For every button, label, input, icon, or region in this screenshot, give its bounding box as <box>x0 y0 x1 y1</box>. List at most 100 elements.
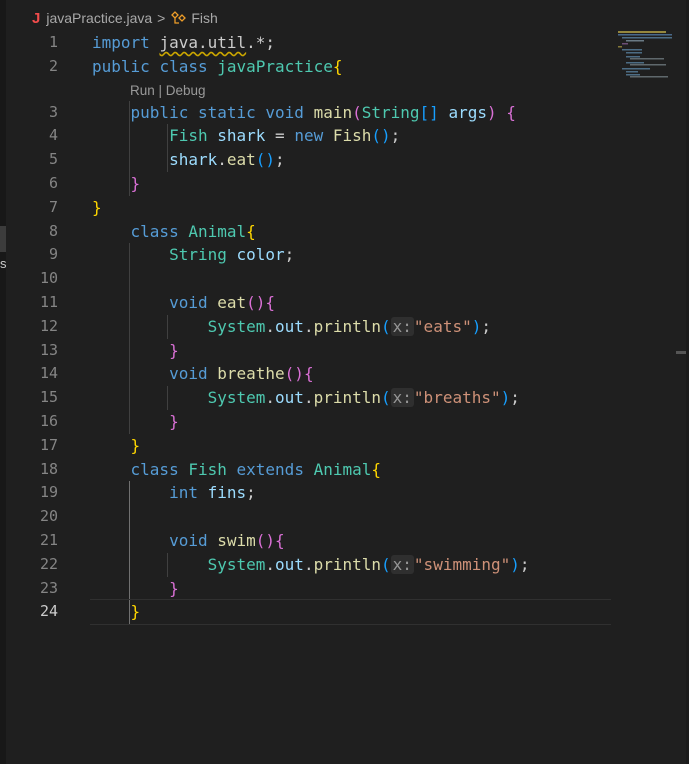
code-token: shark <box>169 150 218 170</box>
code-token: Fish <box>169 126 208 146</box>
code-line[interactable]: 1 import java.util.*; <box>0 31 612 55</box>
line-text: import java.util.*; <box>92 31 275 55</box>
line-number: 20 <box>39 507 58 526</box>
code-area[interactable]: 1 import java.util.*; 2 public class javaPr… <box>0 31 612 626</box>
code-token: int <box>169 483 198 503</box>
code-line[interactable]: 12 System.out.println(x: "eats"); <box>0 315 612 339</box>
code-line[interactable]: 5 shark.eat(); <box>0 148 612 172</box>
code-token: println <box>313 388 382 408</box>
breadcrumb-symbol[interactable]: Fish <box>191 10 217 26</box>
code-token: void <box>265 102 304 122</box>
line-number: 1 <box>48 33 58 51</box>
line-text: } <box>92 172 141 196</box>
line-text: public class javaPractice{ <box>92 55 342 79</box>
code-line[interactable]: 16 } <box>0 410 612 434</box>
code-line[interactable]: 22 System.out.println(x: "swimming"); <box>0 553 612 577</box>
code-token: out <box>275 388 304 408</box>
line-number: 10 <box>39 269 58 288</box>
line-text: int fins; <box>92 481 256 505</box>
line-text: System.out.println(x: "eats"); <box>92 315 491 339</box>
code-line[interactable]: 17 } <box>0 434 612 458</box>
code-token: } <box>169 340 179 360</box>
code-token: Animal <box>313 459 372 479</box>
code-token: } <box>169 411 179 431</box>
code-line[interactable]: 18 class Fish extends Animal{ <box>0 458 612 482</box>
line-number: 13 <box>39 340 58 359</box>
code-line[interactable]: 23 } <box>0 577 612 601</box>
code-token: new <box>294 126 324 146</box>
code-token: args <box>448 102 487 122</box>
code-line[interactable]: 21 void swim(){ <box>0 529 612 553</box>
code-token: "breaths" <box>413 388 501 408</box>
breadcrumb-file[interactable]: javaPractice.java <box>46 10 152 26</box>
code-token: () <box>371 126 391 146</box>
code-token: out <box>275 316 304 336</box>
line-number: 6 <box>48 173 58 192</box>
code-line[interactable]: 2 public class javaPractice{ <box>0 55 612 79</box>
code-token: () <box>255 150 276 170</box>
codelens-run-debug[interactable]: Run | Debug <box>130 81 206 101</box>
code-token: static <box>197 102 256 122</box>
line-text: System.out.println(x: "breaths"); <box>92 386 520 410</box>
code-token: Fish <box>188 459 227 479</box>
code-token: extends <box>236 459 304 479</box>
line-text: } <box>92 410 179 434</box>
code-token: System <box>207 554 266 574</box>
code-line[interactable]: 19 int fins; <box>0 481 612 505</box>
line-number: 9 <box>48 245 58 264</box>
code-token: ; <box>390 126 401 146</box>
code-token: swim <box>217 530 256 550</box>
code-token: main <box>313 102 353 122</box>
code-token: breathe <box>217 364 285 384</box>
minimap[interactable] <box>618 31 682 79</box>
line-text: class Fish extends Animal{ <box>92 458 382 482</box>
code-line[interactable]: 11 void eat(){ <box>0 291 612 315</box>
code-line[interactable]: 6 } <box>0 172 612 196</box>
code-token: { <box>371 459 382 479</box>
code-line[interactable]: 10 <box>0 267 612 291</box>
line-number: 15 <box>39 388 58 407</box>
code-token: println <box>313 554 382 574</box>
code-token: . <box>303 554 314 574</box>
code-token: javaPractice <box>217 56 333 76</box>
codelens[interactable]: Run | Debug <box>0 79 612 101</box>
code-line[interactable]: 7} <box>0 196 612 220</box>
code-editor[interactable]: s J javaPractice.java > Fish 1 import jav… <box>0 0 689 764</box>
code-line[interactable]: 13 } <box>0 339 612 363</box>
code-line[interactable]: 9 String color; <box>0 243 612 267</box>
code-line[interactable]: 14 void breathe(){ <box>0 362 612 386</box>
code-token: ) <box>510 554 520 574</box>
code-token: ; <box>481 316 491 336</box>
line-number: 7 <box>48 197 58 216</box>
code-line[interactable]: 3 public static void main(String[] args)… <box>0 101 612 125</box>
code-line[interactable]: 20 <box>0 505 612 529</box>
inlay-hint: x: <box>390 554 414 574</box>
code-token: ) <box>471 316 482 336</box>
line-number: 16 <box>39 411 58 430</box>
code-token: { <box>506 102 516 122</box>
line-number: 18 <box>39 459 58 478</box>
code-line[interactable]: 4 Fish shark = new Fish(); <box>0 124 612 148</box>
code-token: . <box>265 554 276 574</box>
code-token: . <box>217 150 227 170</box>
line-text: shark.eat(); <box>92 148 285 172</box>
line-text: void breathe(){ <box>92 362 314 386</box>
code-token: ( <box>352 102 362 122</box>
code-line[interactable]: 15 System.out.println(x: "breaths"); <box>0 386 612 410</box>
line-number: 14 <box>39 364 58 383</box>
code-line[interactable]: 8 class Animal{ <box>0 220 612 244</box>
